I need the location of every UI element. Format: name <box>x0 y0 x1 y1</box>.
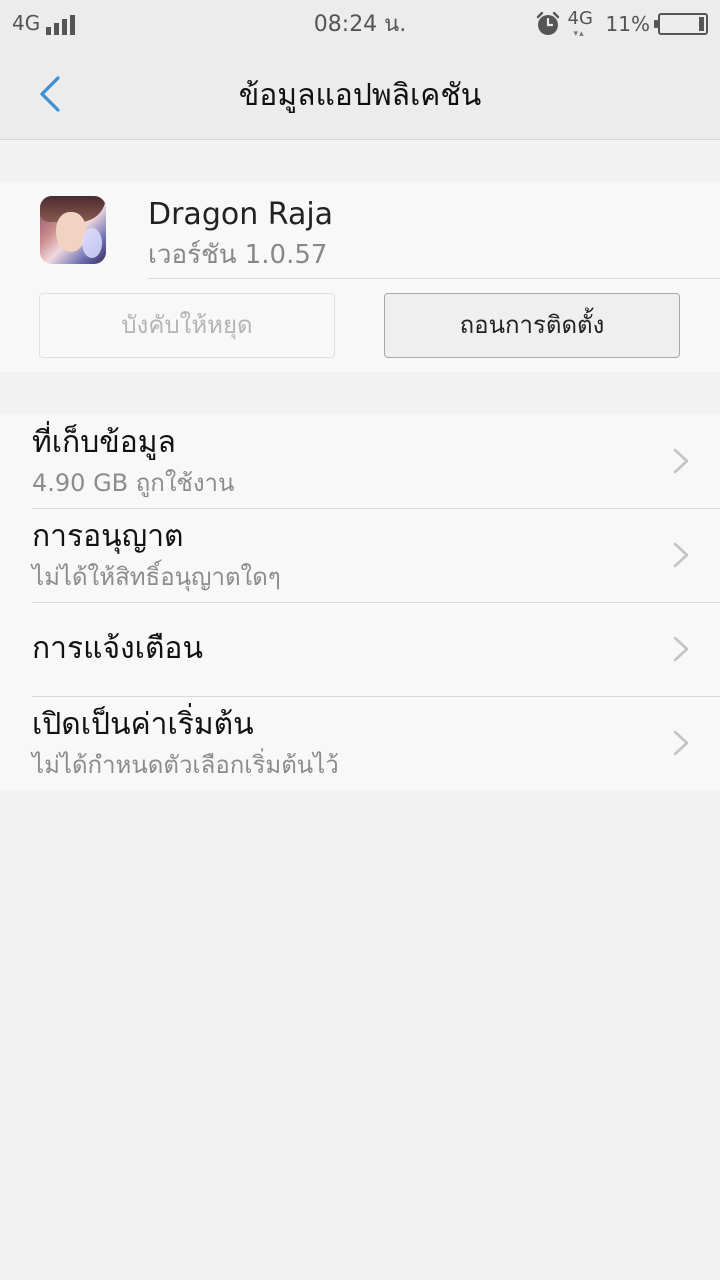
network-type-right: 4G <box>567 8 593 29</box>
status-right: 4G ▾▴ 11% <box>536 8 708 39</box>
chevron-right-icon <box>673 448 689 474</box>
app-version: เวอร์ชัน 1.0.57 <box>148 240 328 270</box>
app-card: Dragon Raja เวอร์ชัน 1.0.57 บังคับให้หยุ… <box>0 182 720 372</box>
list-item-title: การอนุญาต <box>32 519 184 554</box>
list-item-subtitle: ไม่ได้ให้สิทธิ์อนุญาตใดๆ <box>32 563 281 591</box>
app-info-screen: 4G 08:24 น. 4G ▾▴ 11% ข้อมูลแอปพลิเคชัน … <box>0 0 720 1280</box>
list-item-notifications[interactable]: การแจ้งเตือน <box>0 602 720 696</box>
list-item-permissions[interactable]: การอนุญาต ไม่ได้ให้สิทธิ์อนุญาตใดๆ <box>0 508 720 602</box>
list-item-storage[interactable]: ที่เก็บข้อมูล 4.90 GB ถูกใช้งาน <box>0 414 720 508</box>
header: ข้อมูลแอปพลิเคชัน <box>0 50 720 140</box>
network-4g-indicator: 4G ▾▴ <box>567 8 598 39</box>
list-item-title: เปิดเป็นค่าเริ่มต้น <box>32 707 254 742</box>
data-arrows-icon: ▾▴ <box>573 29 585 39</box>
divider <box>148 278 720 279</box>
battery-icon <box>654 13 708 35</box>
list-item-title: ที่เก็บข้อมูล <box>32 425 176 460</box>
list-item-subtitle: ไม่ได้กำหนดตัวเลือกเริ่มต้นไว้ <box>32 751 339 779</box>
page-title: ข้อมูลแอปพลิเคชัน <box>238 78 482 113</box>
list-item-open-by-default[interactable]: เปิดเป็นค่าเริ่มต้น ไม่ได้กำหนดตัวเลือกเ… <box>0 696 720 790</box>
chevron-right-icon <box>673 636 689 662</box>
list-item-title: การแจ้งเตือน <box>32 631 203 666</box>
app-icon <box>40 196 106 264</box>
battery-fill <box>699 17 704 31</box>
uninstall-button[interactable]: ถอนการติดตั้ง <box>384 293 680 358</box>
chevron-right-icon <box>673 542 689 568</box>
status-bar: 4G 08:24 น. 4G ▾▴ 11% <box>0 0 720 50</box>
app-name: Dragon Raja <box>148 197 334 232</box>
settings-list: ที่เก็บข้อมูล 4.90 GB ถูกใช้งาน การอนุญา… <box>0 414 720 790</box>
chevron-right-icon <box>673 730 689 756</box>
battery-percent: 11% <box>605 12 650 36</box>
force-stop-button[interactable]: บังคับให้หยุด <box>39 293 335 358</box>
list-item-subtitle: 4.90 GB ถูกใช้งาน <box>32 469 235 497</box>
alarm-icon <box>536 11 559 35</box>
